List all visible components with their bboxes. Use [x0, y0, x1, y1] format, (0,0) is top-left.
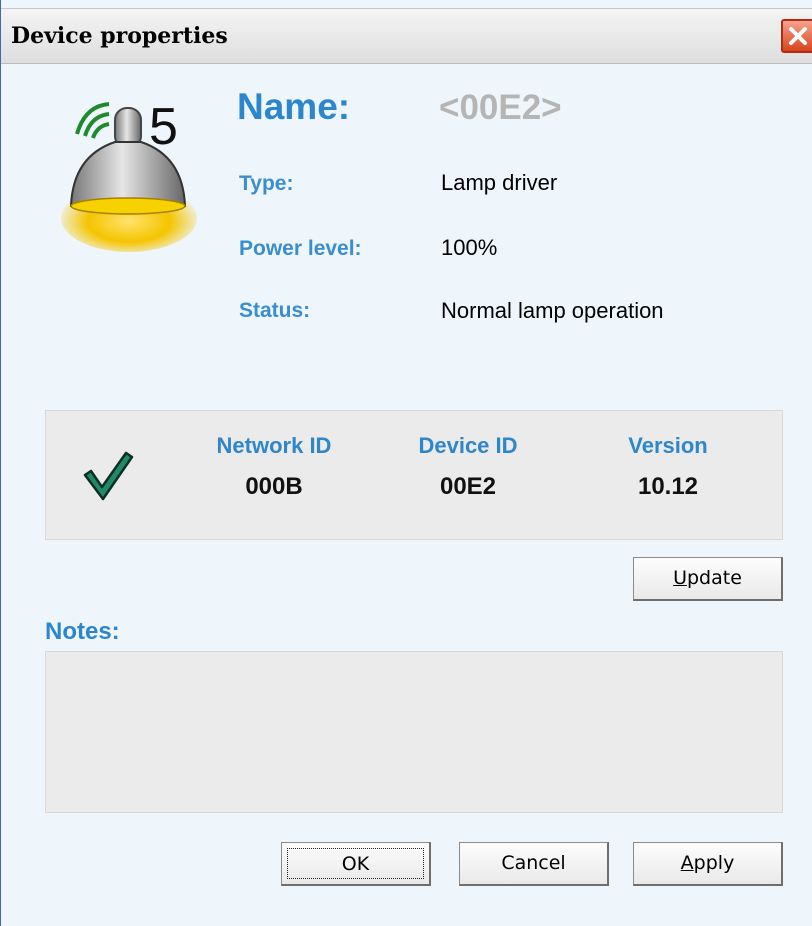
network-id-column: Network ID 000B — [184, 433, 364, 501]
update-button-label: pdate — [687, 567, 742, 589]
version-value: 10.12 — [637, 473, 699, 500]
power-level-value: 100% — [441, 235, 498, 260]
device-id-value: 00E2 — [439, 473, 497, 500]
name-label: Name: — [237, 86, 351, 127]
cancel-button[interactable]: Cancel — [459, 842, 609, 886]
power-level-label: Power level: — [239, 237, 362, 260]
update-button[interactable]: Update — [633, 557, 783, 601]
status-label: Status: — [239, 299, 311, 322]
device-number: 5 — [149, 98, 178, 156]
close-button[interactable] — [781, 19, 812, 53]
status-value: Normal lamp operation — [441, 298, 664, 323]
wireless-lamp-icon: 5 — [61, 98, 197, 252]
checkmark-icon — [83, 451, 134, 501]
device-id-panel: Network ID 000B Device ID 00E2 Version 1… — [45, 410, 783, 540]
apply-button[interactable]: Apply — [633, 842, 783, 886]
cancel-button-label: Cancel — [501, 852, 566, 874]
network-id-header: Network ID — [216, 433, 332, 458]
ok-button-label: OK — [287, 848, 424, 879]
version-header: Version — [628, 433, 708, 458]
ok-button[interactable]: OK — [281, 842, 431, 886]
network-id-value: 000B — [245, 473, 303, 500]
title-bar[interactable]: Device properties — [1, 8, 812, 64]
window-title: Device properties — [11, 23, 228, 49]
name-value: <00E2> — [439, 88, 562, 127]
device-id-column: Device ID 00E2 — [378, 433, 558, 501]
update-accel-key: U — [673, 567, 687, 589]
apply-accel-key: A — [680, 852, 694, 874]
notes-label: Notes: — [45, 618, 120, 645]
notes-textarea[interactable] — [45, 651, 783, 813]
device-properties-dialog: Device properties 5 Name: <00E2> Type: L… — [0, 0, 812, 926]
device-id-header: Device ID — [418, 433, 518, 458]
type-label: Type: — [239, 172, 294, 195]
close-x-icon — [789, 27, 807, 45]
version-column: Version 10.12 — [578, 433, 758, 501]
apply-button-label: pply — [693, 852, 735, 874]
type-value: Lamp driver — [441, 170, 558, 195]
